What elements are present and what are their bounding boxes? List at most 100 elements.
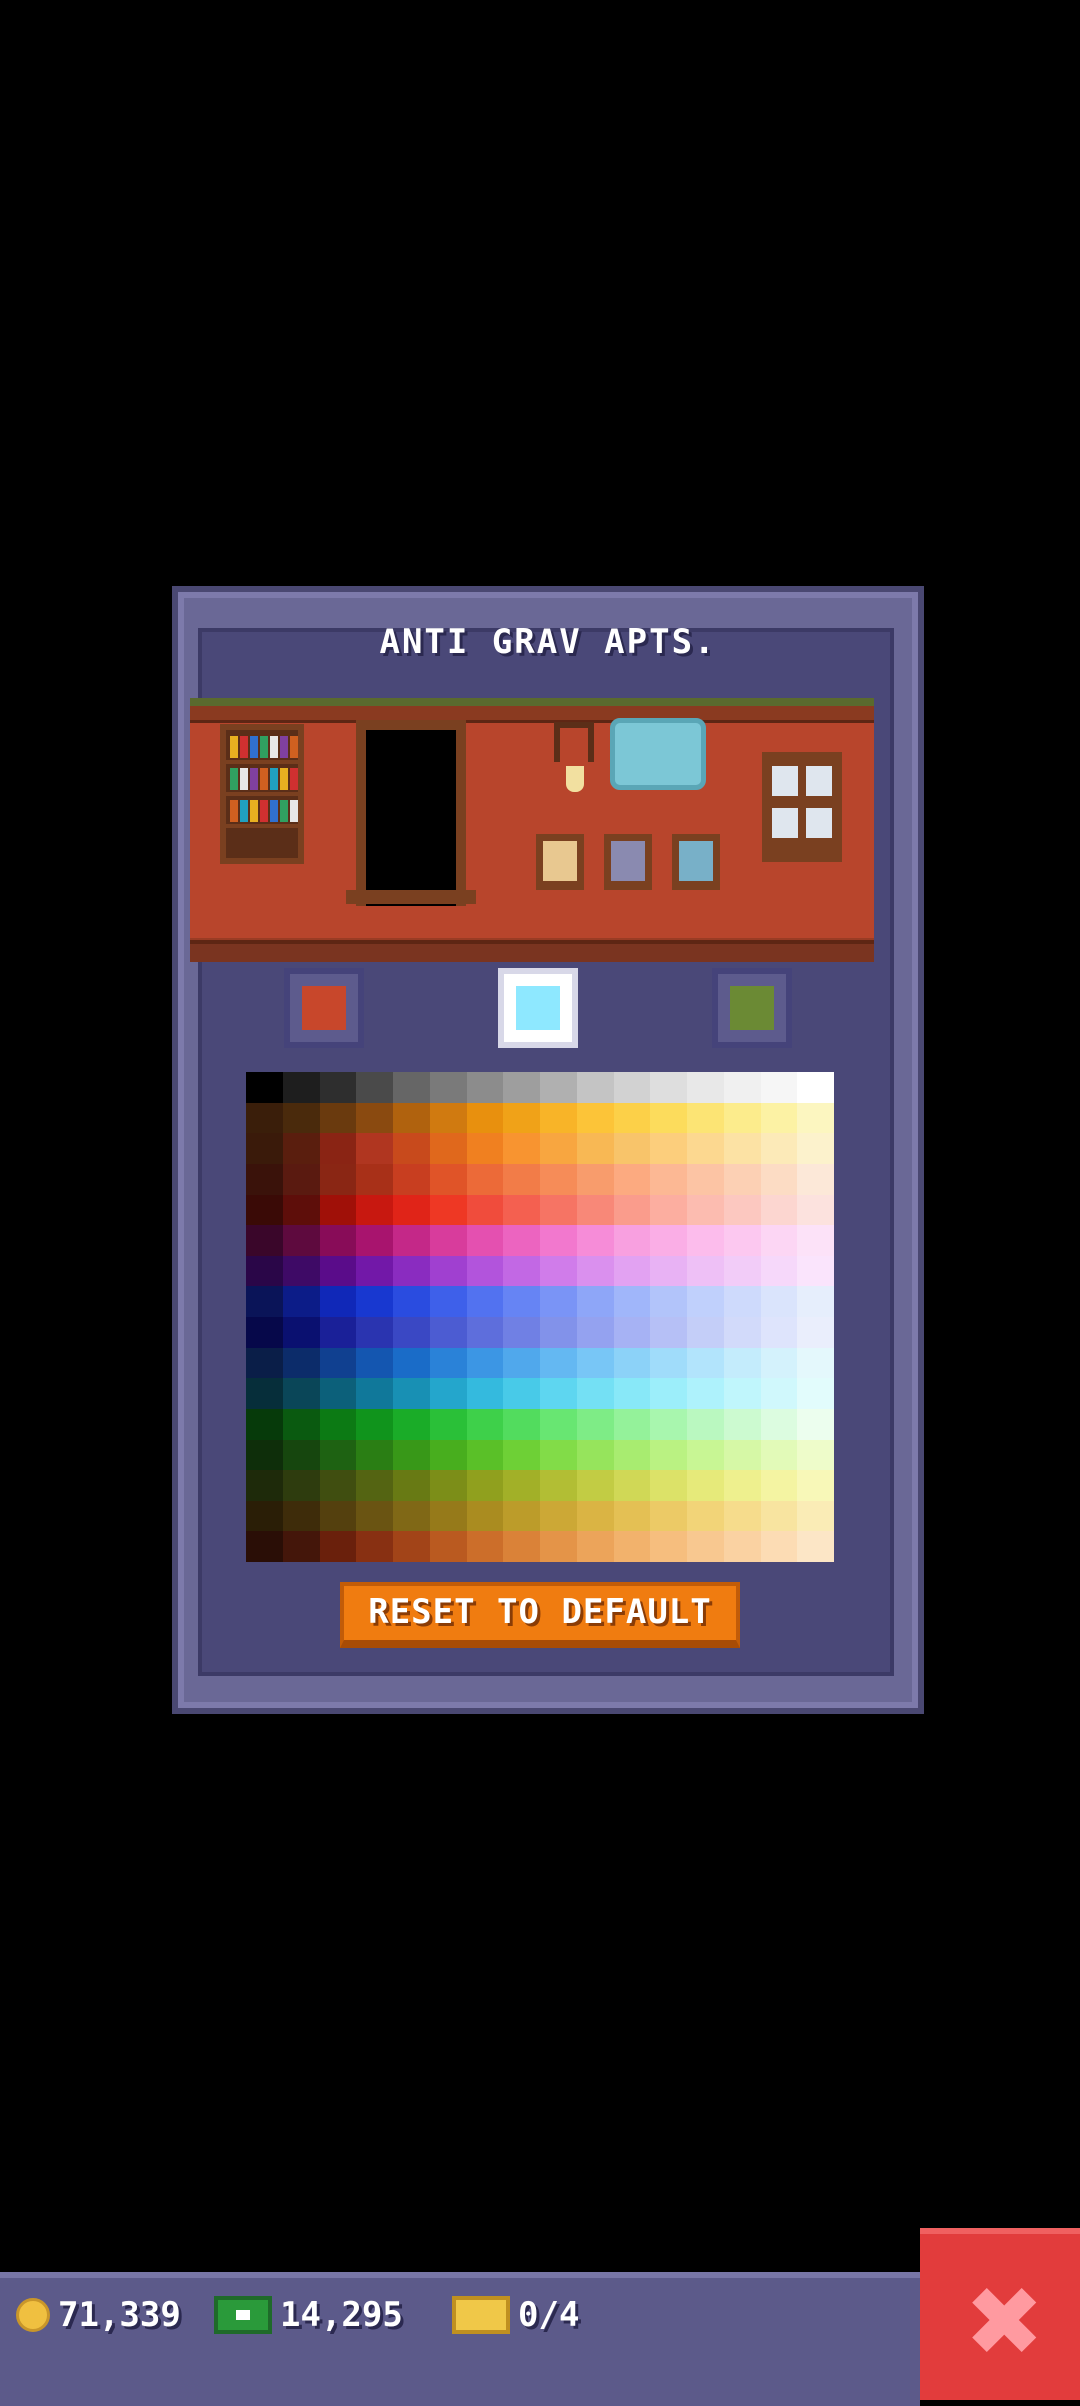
palette-color-cell[interactable] <box>760 1286 798 1317</box>
palette-color-cell[interactable] <box>393 1194 430 1226</box>
palette-color-cell[interactable] <box>613 1255 651 1287</box>
palette-color-cell[interactable] <box>797 1072 834 1103</box>
palette-color-cell[interactable] <box>503 1286 540 1317</box>
palette-color-cell[interactable] <box>429 1470 467 1501</box>
palette-color-cell[interactable] <box>282 1102 320 1134</box>
palette-color-cell[interactable] <box>687 1439 724 1471</box>
palette-color-cell[interactable] <box>246 1439 283 1471</box>
palette-color-cell[interactable] <box>503 1194 540 1226</box>
palette-color-cell[interactable] <box>466 1531 504 1562</box>
palette-color-cell[interactable] <box>760 1378 798 1409</box>
palette-color-cell[interactable] <box>650 1194 687 1226</box>
palette-color-cell[interactable] <box>613 1102 651 1134</box>
palette-color-cell[interactable] <box>429 1317 467 1348</box>
palette-color-cell[interactable] <box>687 1500 724 1532</box>
palette-color-cell[interactable] <box>282 1470 320 1501</box>
palette-color-cell[interactable] <box>246 1286 283 1317</box>
palette-color-cell[interactable] <box>650 1133 687 1164</box>
palette-color-cell[interactable] <box>282 1317 320 1348</box>
palette-color-cell[interactable] <box>282 1194 320 1226</box>
palette-color-cell[interactable] <box>613 1470 651 1501</box>
palette-color-cell[interactable] <box>687 1102 724 1134</box>
palette-color-cell[interactable] <box>723 1225 761 1256</box>
palette-color-cell[interactable] <box>613 1163 651 1195</box>
palette-color-cell[interactable] <box>356 1470 393 1501</box>
palette-color-cell[interactable] <box>540 1531 577 1562</box>
palette-color-cell[interactable] <box>650 1072 687 1103</box>
palette-color-cell[interactable] <box>429 1194 467 1226</box>
palette-color-cell[interactable] <box>282 1286 320 1317</box>
palette-color-cell[interactable] <box>319 1317 357 1348</box>
palette-color-cell[interactable] <box>613 1286 651 1317</box>
palette-color-cell[interactable] <box>356 1317 393 1348</box>
palette-color-cell[interactable] <box>429 1072 467 1103</box>
palette-color-cell[interactable] <box>356 1439 393 1471</box>
palette-color-cell[interactable] <box>503 1163 540 1195</box>
palette-color-cell[interactable] <box>760 1470 798 1501</box>
palette-color-cell[interactable] <box>613 1225 651 1256</box>
palette-color-cell[interactable] <box>282 1531 320 1562</box>
palette-color-cell[interactable] <box>393 1255 430 1287</box>
palette-color-cell[interactable] <box>797 1378 834 1409</box>
palette-color-cell[interactable] <box>576 1531 614 1562</box>
palette-color-cell[interactable] <box>576 1347 614 1379</box>
palette-color-cell[interactable] <box>576 1500 614 1532</box>
palette-color-cell[interactable] <box>503 1317 540 1348</box>
palette-color-cell[interactable] <box>613 1194 651 1226</box>
palette-color-cell[interactable] <box>760 1531 798 1562</box>
palette-color-cell[interactable] <box>319 1225 357 1256</box>
palette-color-cell[interactable] <box>393 1286 430 1317</box>
palette-color-cell[interactable] <box>613 1500 651 1532</box>
palette-color-cell[interactable] <box>723 1286 761 1317</box>
palette-color-cell[interactable] <box>797 1225 834 1256</box>
palette-color-cell[interactable] <box>356 1531 393 1562</box>
palette-color-cell[interactable] <box>246 1531 283 1562</box>
palette-color-cell[interactable] <box>650 1470 687 1501</box>
palette-color-cell[interactable] <box>687 1470 724 1501</box>
palette-color-cell[interactable] <box>319 1102 357 1134</box>
palette-color-cell[interactable] <box>503 1133 540 1164</box>
palette-color-cell[interactable] <box>282 1225 320 1256</box>
palette-color-cell[interactable] <box>576 1225 614 1256</box>
palette-color-cell[interactable] <box>540 1378 577 1409</box>
palette-color-cell[interactable] <box>246 1255 283 1287</box>
palette-color-cell[interactable] <box>723 1102 761 1134</box>
palette-color-cell[interactable] <box>576 1133 614 1164</box>
palette-color-cell[interactable] <box>429 1378 467 1409</box>
palette-color-cell[interactable] <box>540 1102 577 1134</box>
palette-color-cell[interactable] <box>356 1408 393 1440</box>
palette-color-cell[interactable] <box>613 1317 651 1348</box>
palette-color-cell[interactable] <box>282 1072 320 1103</box>
palette-color-cell[interactable] <box>319 1408 357 1440</box>
palette-color-cell[interactable] <box>760 1500 798 1532</box>
palette-color-cell[interactable] <box>797 1347 834 1379</box>
palette-color-cell[interactable] <box>466 1163 504 1195</box>
palette-color-cell[interactable] <box>356 1286 393 1317</box>
palette-color-cell[interactable] <box>576 1408 614 1440</box>
palette-color-cell[interactable] <box>797 1194 834 1226</box>
palette-color-cell[interactable] <box>319 1439 357 1471</box>
palette-color-cell[interactable] <box>246 1225 283 1256</box>
palette-color-cell[interactable] <box>687 1286 724 1317</box>
palette-color-cell[interactable] <box>466 1470 504 1501</box>
palette-color-cell[interactable] <box>319 1255 357 1287</box>
palette-color-cell[interactable] <box>393 1408 430 1440</box>
palette-color-cell[interactable] <box>687 1378 724 1409</box>
palette-color-cell[interactable] <box>797 1286 834 1317</box>
palette-color-cell[interactable] <box>687 1133 724 1164</box>
palette-color-cell[interactable] <box>246 1378 283 1409</box>
palette-color-cell[interactable] <box>393 1102 430 1134</box>
palette-color-cell[interactable] <box>797 1531 834 1562</box>
palette-color-cell[interactable] <box>576 1163 614 1195</box>
palette-color-cell[interactable] <box>319 1286 357 1317</box>
palette-color-cell[interactable] <box>282 1133 320 1164</box>
palette-color-cell[interactable] <box>723 1317 761 1348</box>
palette-color-cell[interactable] <box>246 1317 283 1348</box>
palette-color-cell[interactable] <box>282 1378 320 1409</box>
palette-color-cell[interactable] <box>429 1531 467 1562</box>
palette-color-cell[interactable] <box>356 1102 393 1134</box>
palette-color-cell[interactable] <box>429 1286 467 1317</box>
palette-color-cell[interactable] <box>356 1378 393 1409</box>
palette-color-cell[interactable] <box>356 1072 393 1103</box>
palette-color-cell[interactable] <box>540 1408 577 1440</box>
